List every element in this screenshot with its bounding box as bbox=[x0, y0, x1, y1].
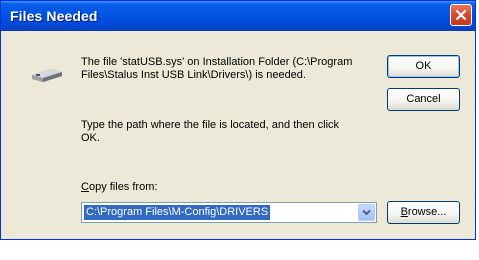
window-title: Files Needed bbox=[10, 8, 98, 24]
cancel-button[interactable]: Cancel bbox=[387, 88, 460, 111]
ok-button[interactable]: OK bbox=[387, 55, 460, 78]
title-bar[interactable]: Files Needed bbox=[1, 1, 475, 31]
instruction-text: Type the path where the file is located,… bbox=[81, 119, 340, 144]
files-needed-dialog: Files Needed The file 'statUSB.sys' on I… bbox=[0, 0, 476, 240]
copy-label-text: opy files from: bbox=[88, 181, 158, 193]
browse-label: rowse... bbox=[407, 206, 447, 218]
dropdown-button[interactable] bbox=[358, 204, 375, 221]
path-input-value[interactable]: C:\Program Files\M-Config\DRIVERS bbox=[84, 205, 271, 220]
browse-mnemonic: B bbox=[400, 206, 408, 218]
browse-button[interactable]: Browse... bbox=[387, 201, 460, 224]
copy-files-from-combobox[interactable]: C:\Program Files\M-Config\DRIVERS bbox=[81, 202, 377, 223]
close-icon bbox=[455, 9, 467, 21]
usb-device-icon bbox=[29, 63, 65, 90]
missing-file-message: The file 'statUSB.sys' on Installation F… bbox=[81, 56, 353, 81]
copy-files-from-label: Copy files from: bbox=[81, 181, 157, 193]
chevron-down-icon bbox=[362, 209, 371, 216]
copy-label-mnemonic: C bbox=[81, 181, 89, 193]
close-button[interactable] bbox=[450, 4, 472, 26]
